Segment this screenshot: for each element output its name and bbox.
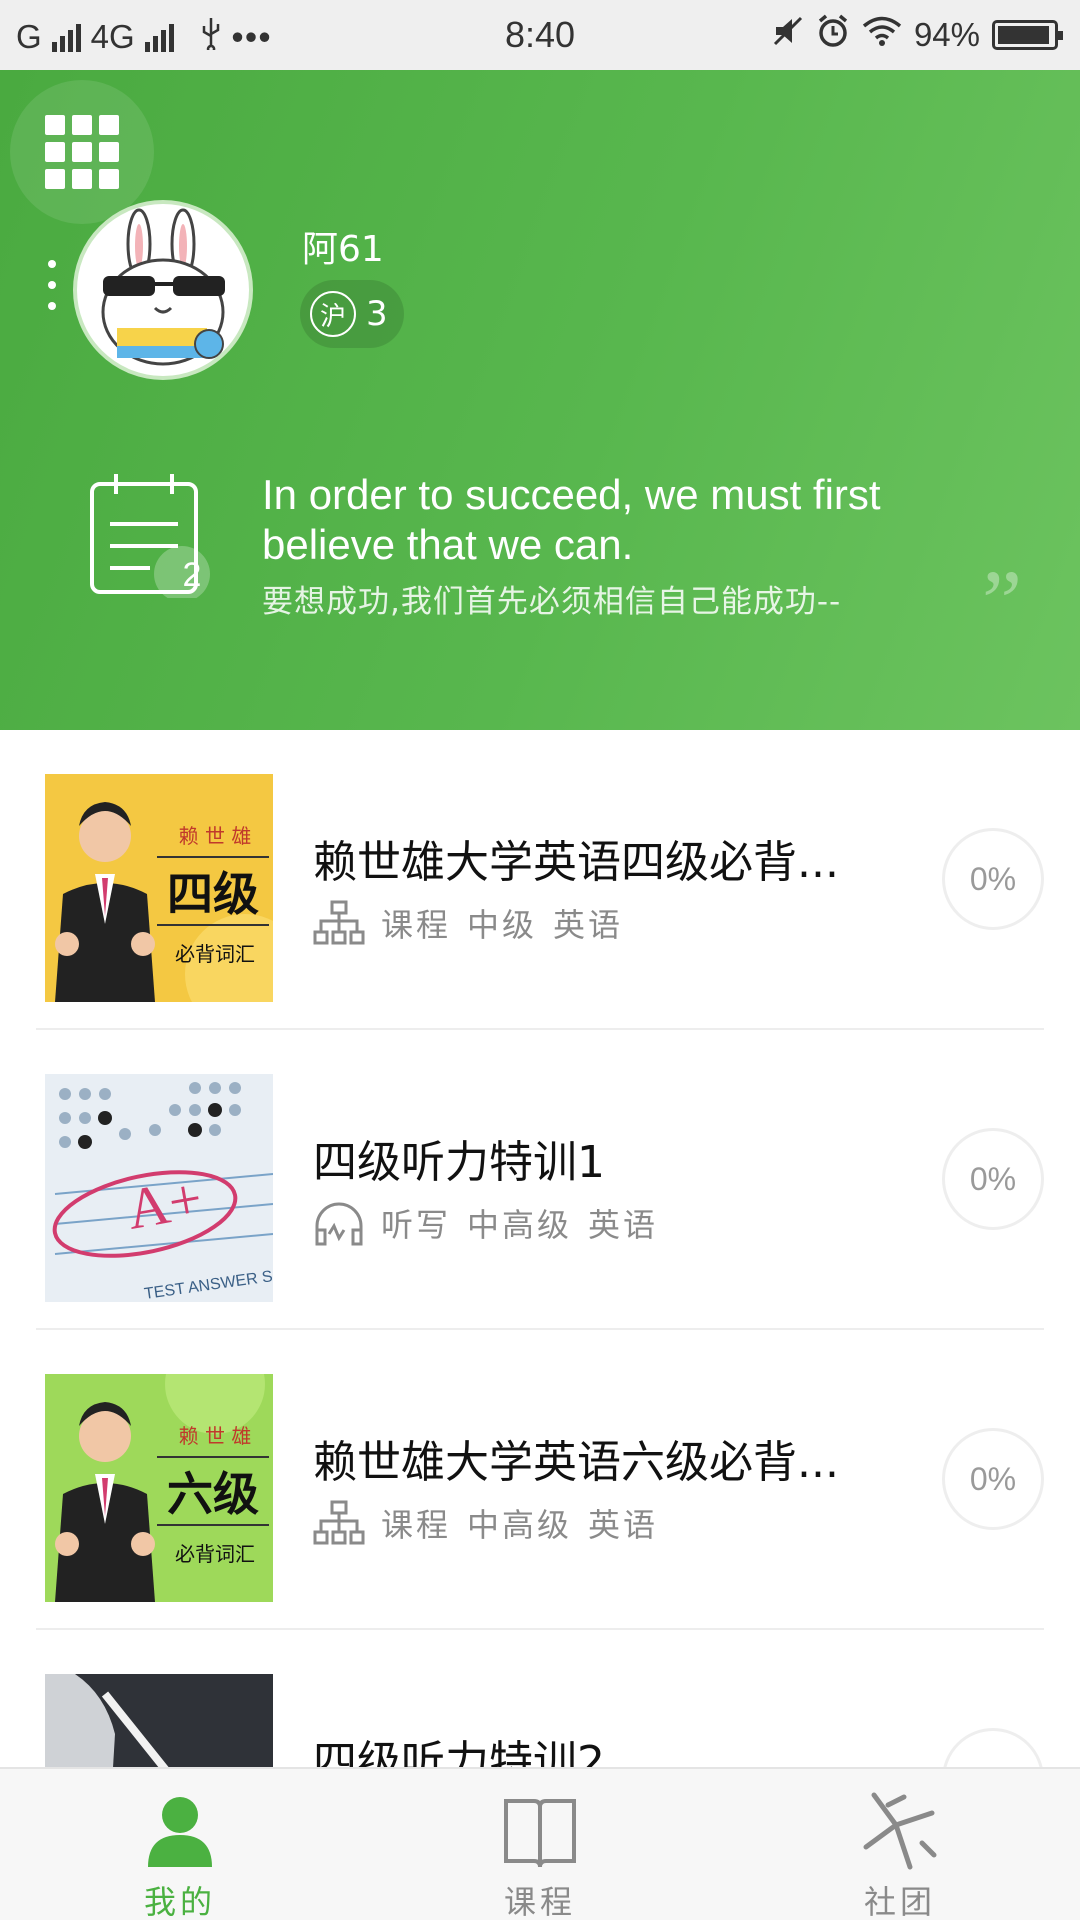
course-item[interactable]: 赖 世 雄 四级 必背词汇 赖世雄大学英语四级必背... 课程 中级 英语 0% (0, 730, 1080, 1030)
city-badge-value: 3 (366, 294, 388, 334)
avatar[interactable] (73, 200, 253, 380)
course-thumbnail: 赖 世 雄 六级 必背词汇 (45, 1374, 273, 1602)
course-thumbnail: TEST ANSWER SHE A+ (45, 1074, 273, 1302)
hierarchy-icon (313, 900, 365, 945)
course-list: 赖 世 雄 四级 必背词汇 赖世雄大学英语四级必背... 课程 中级 英语 0% (0, 730, 1080, 1767)
more-vertical-icon[interactable] (44, 260, 60, 310)
bottom-tab-bar: 我的 课程 社团 (0, 1767, 1080, 1920)
tab-label: 课程 (503, 1883, 576, 1920)
mute-icon (772, 15, 804, 55)
city-badge[interactable]: 沪 3 (300, 280, 404, 348)
progress-ring: 0% (942, 828, 1044, 930)
person-icon (148, 1797, 212, 1867)
course-thumbnail (45, 1674, 273, 1767)
thumb-brand: 赖 世 雄 (178, 1424, 252, 1448)
course-title: 四级听力特训2 (313, 1737, 605, 1767)
calendar-note-icon[interactable]: 2 (88, 468, 210, 602)
course-level: 中高级 (467, 1206, 573, 1244)
book-icon (504, 1799, 576, 1868)
tab-community[interactable]: 社团 (720, 1769, 1080, 1920)
thumb-level: 六级 (157, 1456, 269, 1526)
tab-label: 社团 (863, 1883, 936, 1920)
quote-chinese: 要想成功,我们首先必须相信自己能成功-- (262, 584, 842, 620)
thumb-grade: A+ (121, 1165, 207, 1242)
quote-mark-icon: ” (982, 553, 1022, 652)
wifi-icon (862, 15, 902, 55)
course-subject: 英语 (553, 906, 624, 944)
alarm-icon (816, 14, 850, 56)
thumb-level: 四级 (157, 856, 269, 926)
tab-courses[interactable]: 课程 (360, 1769, 720, 1920)
city-icon: 沪 (310, 291, 356, 337)
course-meta: 听写 中高级 英语 (313, 1200, 658, 1246)
course-thumbnail: 赖 世 雄 四级 必背词汇 (45, 774, 273, 1002)
rabbit-avatar-icon (101, 208, 225, 366)
course-title: 赖世雄大学英语四级必背... (313, 837, 839, 888)
quote-english: In order to succeed, we must first belie… (262, 471, 881, 568)
course-level: 中高级 (467, 1506, 573, 1544)
course-meta: 课程 中高级 英语 (313, 1500, 658, 1546)
apps-grid-button[interactable] (10, 80, 154, 224)
profile-header: 阿61 沪 3 2 In order to succeed, we must f… (0, 70, 1080, 730)
status-right: 94% (772, 14, 1063, 56)
tab-label: 我的 (143, 1883, 216, 1920)
course-type: 课程 (381, 906, 452, 944)
course-subject: 英语 (588, 1506, 659, 1544)
course-title: 四级听力特训1 (313, 1137, 605, 1188)
pen-hand-icon (45, 1674, 273, 1767)
progress-ring (942, 1728, 1044, 1767)
course-type: 听写 (381, 1206, 452, 1244)
thumb-subtitle: 必背词汇 (175, 1542, 255, 1566)
course-title: 赖世雄大学英语六级必背... (313, 1437, 839, 1488)
hierarchy-icon (313, 1500, 365, 1545)
community-icon (863, 1792, 937, 1870)
sheet-caption: TEST ANSWER SHE (143, 1265, 273, 1302)
thumb-brand: 赖 世 雄 (178, 824, 252, 848)
quote-count-badge: 2 (182, 556, 202, 594)
course-subject: 英语 (588, 1206, 659, 1244)
grid-icon (45, 115, 119, 189)
course-item[interactable]: 四级听力特训2 (0, 1630, 1080, 1767)
course-item[interactable]: 赖 世 雄 六级 必背词汇 赖世雄大学英语六级必背... 课程 中高级 英语 0… (0, 1330, 1080, 1630)
progress-ring: 0% (942, 1128, 1044, 1230)
tab-mine[interactable]: 我的 (0, 1769, 360, 1920)
course-item[interactable]: TEST ANSWER SHE A+ 四级听力特训1 听写 中高级 英语 0% (0, 1030, 1080, 1330)
headphones-icon (315, 1202, 363, 1246)
battery-percent: 94% (913, 16, 980, 53)
course-type: 课程 (381, 1506, 452, 1544)
battery-icon (992, 20, 1063, 50)
username: 阿61 (302, 229, 384, 270)
status-bar: G 4G ••• 8:40 94% (0, 0, 1080, 70)
thumb-subtitle: 必背词汇 (175, 942, 255, 966)
course-meta: 课程 中级 英语 (313, 900, 623, 946)
course-level: 中级 (467, 906, 538, 944)
progress-ring: 0% (942, 1428, 1044, 1530)
